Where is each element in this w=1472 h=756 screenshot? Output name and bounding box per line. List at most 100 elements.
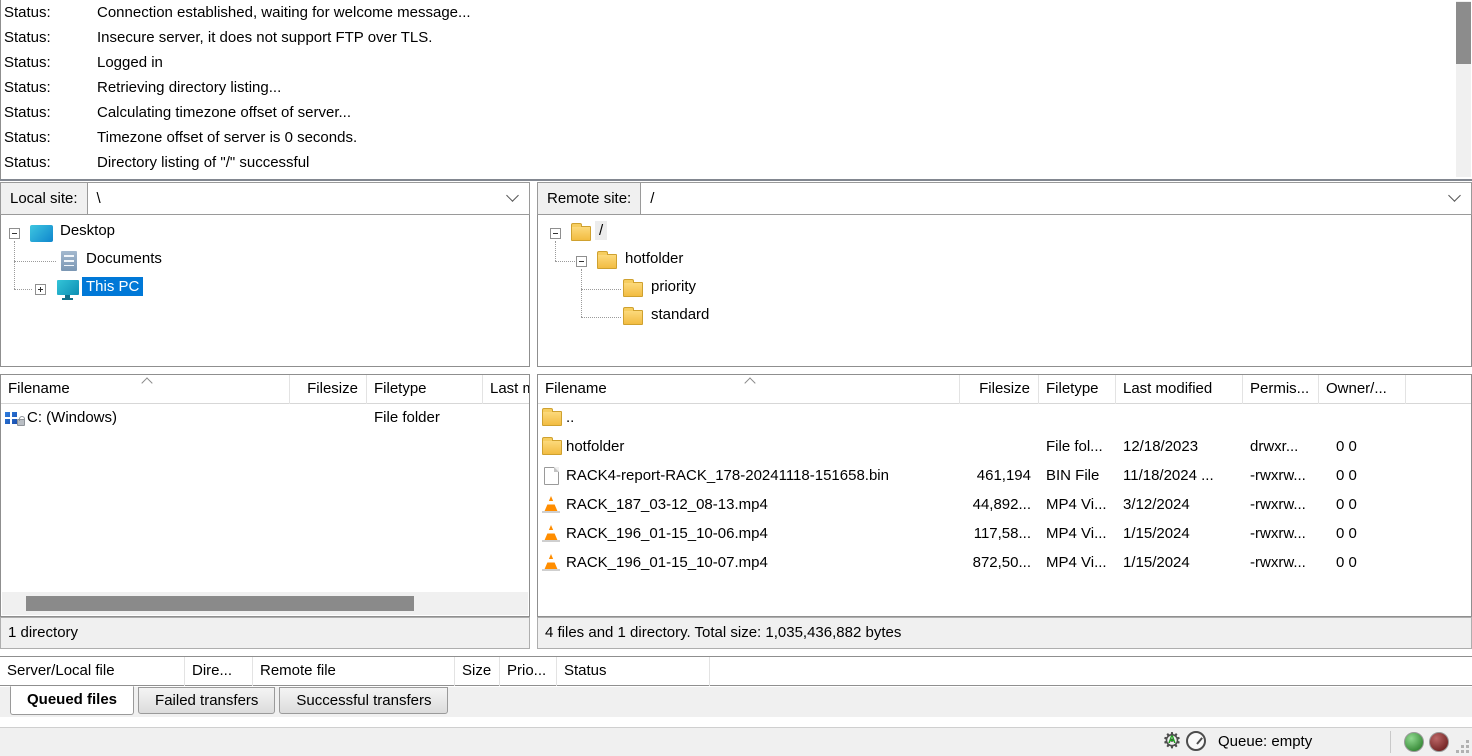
tree-item-hotfolder[interactable]: hotfolder (538, 247, 1471, 275)
queue-status-text: Queue: empty (1218, 733, 1312, 750)
vlc-media-icon (542, 511, 560, 513)
tree-item-root[interactable]: / (538, 219, 1471, 247)
log-message: Connection established, waiting for welc… (97, 4, 471, 21)
log-status-label: Status: (1, 29, 97, 46)
log-splitter[interactable] (0, 179, 1472, 181)
speed-limits-gauge-icon[interactable] (1186, 731, 1206, 751)
local-scrollbar-thumb[interactable] (26, 596, 414, 611)
tree-item-documents[interactable]: Documents (1, 247, 529, 275)
tree-item-label[interactable]: standard (647, 305, 713, 324)
remote-directory-status: 4 files and 1 directory. Total size: 1,0… (537, 617, 1472, 649)
column-header-filetype[interactable]: Filetype (367, 375, 483, 404)
column-header-permissions[interactable]: Permis... (1243, 375, 1319, 404)
vlc-media-icon (543, 525, 559, 540)
local-horizontal-scrollbar[interactable] (2, 592, 528, 615)
file-owner: 0 0 (1319, 549, 1406, 578)
file-name[interactable]: C: (Windows) (27, 409, 117, 426)
tree-item-desktop[interactable]: Desktop (1, 219, 529, 247)
log-scrollbar-thumb[interactable] (1456, 2, 1471, 64)
log-row: Status:Calculating timezone offset of se… (1, 100, 1472, 125)
column-header-filetype[interactable]: Filetype (1039, 375, 1116, 404)
sort-ascending-icon (746, 376, 755, 385)
tab-failed-transfers[interactable]: Failed transfers (138, 687, 275, 714)
log-row: Status:Insecure server, it does not supp… (1, 25, 1472, 50)
tree-item-label[interactable]: priority (647, 277, 700, 296)
local-list-header: Filename Filesize Filetype Last modified (1, 375, 529, 404)
tree-item-label[interactable]: Desktop (56, 221, 119, 240)
remote-site-label: Remote site: (538, 183, 641, 214)
column-header-filesize[interactable]: Filesize (290, 375, 367, 404)
green-status-light-icon (1404, 732, 1424, 752)
column-header-remote-file[interactable]: Remote file (253, 657, 455, 686)
tree-item-label[interactable]: Documents (82, 249, 166, 268)
file-row-parent[interactable]: .. (538, 404, 1471, 433)
collapse-expander-icon[interactable] (576, 256, 587, 267)
tree-item-label[interactable]: This PC (82, 277, 143, 296)
file-row-c-drive[interactable]: C: (Windows) File folder (1, 404, 529, 433)
local-directory-status: 1 directory (0, 617, 530, 649)
tab-successful-transfers[interactable]: Successful transfers (279, 687, 448, 714)
local-site-label: Local site: (1, 183, 88, 214)
file-name[interactable]: RACK_196_01-15_10-06.mp4 (566, 525, 768, 542)
local-file-list: Filename Filesize Filetype Last modified… (0, 374, 530, 617)
tree-item-this-pc[interactable]: This PC (1, 275, 529, 303)
column-header-owner[interactable]: Owner/... (1319, 375, 1406, 404)
file-row-bin[interactable]: RACK4-report-RACK_178-20241118-151658.bi… (538, 462, 1471, 491)
tree-item-priority[interactable]: priority (538, 275, 1471, 303)
folder-icon (542, 411, 562, 426)
file-row-mp4[interactable]: RACK_196_01-15_10-07.mp4 872,50... MP4 V… (538, 549, 1471, 578)
column-header-last-modified[interactable]: Last modified (1116, 375, 1243, 404)
log-status-label: Status: (1, 79, 97, 96)
column-header-server-local-file[interactable]: Server/Local file (0, 657, 185, 686)
log-row: Status:Connection established, waiting f… (1, 0, 1472, 25)
collapse-expander-icon[interactable] (9, 228, 20, 239)
file-name[interactable]: .. (566, 409, 574, 426)
file-row-hotfolder[interactable]: hotfolder File fol... 12/18/2023 drwxr..… (538, 433, 1471, 462)
log-scrollbar[interactable] (1456, 1, 1471, 177)
expand-expander-icon[interactable] (35, 284, 46, 295)
column-header-filesize[interactable]: Filesize (960, 375, 1039, 404)
local-site-combobox[interactable]: \ (88, 183, 508, 214)
folder-icon (623, 282, 643, 297)
folder-icon (571, 226, 591, 241)
file-row-mp4[interactable]: RACK_187_03-12_08-13.mp4 44,892... MP4 V… (538, 491, 1471, 520)
chevron-down-icon[interactable] (1448, 189, 1461, 202)
folder-icon (623, 310, 643, 325)
bottom-status-bar: ⚙A Queue: empty (0, 727, 1472, 756)
vlc-media-icon (542, 569, 560, 571)
tree-item-label[interactable]: / (595, 221, 607, 240)
remote-site-combobox[interactable]: / (641, 183, 1450, 214)
message-log: Status:Connection established, waiting f… (0, 0, 1472, 179)
windows-drive-icon (5, 411, 25, 426)
tree-item-standard[interactable]: standard (538, 303, 1471, 331)
tree-item-label[interactable]: hotfolder (621, 249, 687, 268)
file-name[interactable]: RACK4-report-RACK_178-20241118-151658.bi… (566, 467, 889, 484)
file-modified: 12/18/2023 (1116, 433, 1243, 462)
log-message: Timezone offset of server is 0 seconds. (97, 129, 357, 146)
sort-ascending-icon (143, 376, 152, 385)
file-owner: 0 0 (1319, 491, 1406, 520)
log-message: Directory listing of "/" successful (97, 154, 309, 171)
collapse-expander-icon[interactable] (550, 228, 561, 239)
chevron-down-icon[interactable] (506, 189, 519, 202)
file-name[interactable]: hotfolder (566, 438, 624, 455)
file-permissions: -rwxrw... (1243, 520, 1319, 549)
file-row-mp4[interactable]: RACK_196_01-15_10-06.mp4 117,58... MP4 V… (538, 520, 1471, 549)
remote-site-bar: Remote site: / (537, 182, 1472, 215)
file-name[interactable]: RACK_187_03-12_08-13.mp4 (566, 496, 768, 513)
file-type: MP4 Vi... (1039, 520, 1116, 549)
file-name[interactable]: RACK_196_01-15_10-07.mp4 (566, 554, 768, 571)
column-header-direction[interactable]: Dire... (185, 657, 253, 686)
column-header-priority[interactable]: Prio... (500, 657, 557, 686)
tab-queued-files[interactable]: Queued files (10, 686, 134, 715)
log-row: Status:Timezone offset of server is 0 se… (1, 125, 1472, 150)
resize-grip[interactable] (1466, 750, 1469, 753)
autoupdate-gear-icon[interactable]: ⚙A (1160, 730, 1184, 754)
column-header-last-modified[interactable]: Last modified (483, 375, 530, 404)
file-permissions: -rwxrw... (1243, 491, 1319, 520)
local-directory-tree: Desktop Documents This PC (0, 215, 530, 367)
column-header-size[interactable]: Size (455, 657, 500, 686)
vlc-media-icon (542, 540, 560, 542)
column-header-status[interactable]: Status (557, 657, 710, 686)
file-type: File fol... (1039, 433, 1116, 462)
